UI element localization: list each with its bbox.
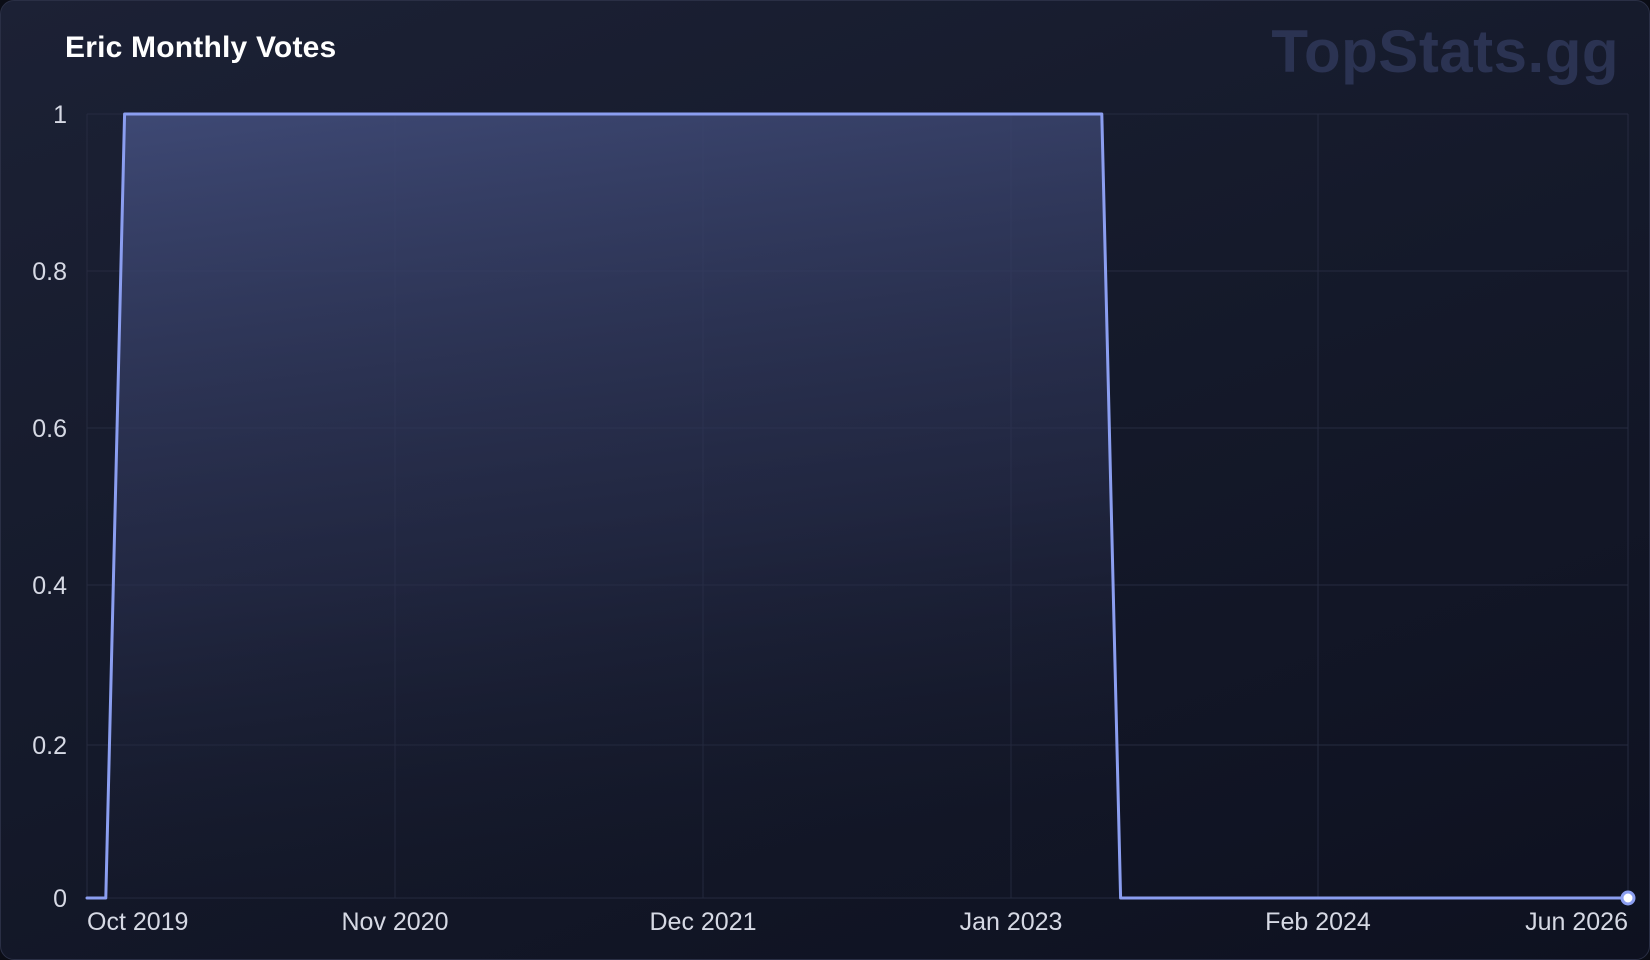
- y-tick-label: 0.8: [32, 258, 67, 286]
- last-point-dot: [1620, 890, 1636, 906]
- x-tick-label: Nov 2020: [341, 908, 448, 936]
- x-tick-label: Feb 2024: [1265, 908, 1371, 936]
- x-tick-label: Jun 2026: [1525, 908, 1628, 936]
- y-axis: 0 0.2 0.4 0.6 0.8 1: [32, 101, 67, 913]
- chart-card: Eric Monthly Votes TopStats.gg 0 0.2 0.4 0.…: [0, 0, 1650, 960]
- last-point-marker: [1620, 890, 1636, 906]
- area-fill: [87, 114, 1628, 898]
- x-tick-label: Oct 2019: [87, 908, 188, 936]
- y-tick-label: 0.6: [32, 415, 67, 443]
- x-axis: Oct 2019 Nov 2020 Dec 2021 Jan 2023 Feb 2024…: [87, 908, 1628, 936]
- y-tick-label: 1: [53, 101, 67, 129]
- x-tick-label: Dec 2021: [649, 908, 756, 936]
- y-tick-label: 0.4: [32, 572, 67, 600]
- chart-svg: 0 0.2 0.4 0.6 0.8 1 Oct 2019 Nov 2020 Dec 2021 J…: [32, 101, 1636, 936]
- y-tick-label: 0.2: [32, 732, 67, 760]
- series-area: [87, 114, 1628, 898]
- y-tick-label: 0: [53, 885, 67, 913]
- x-tick-label: Jan 2023: [960, 908, 1063, 936]
